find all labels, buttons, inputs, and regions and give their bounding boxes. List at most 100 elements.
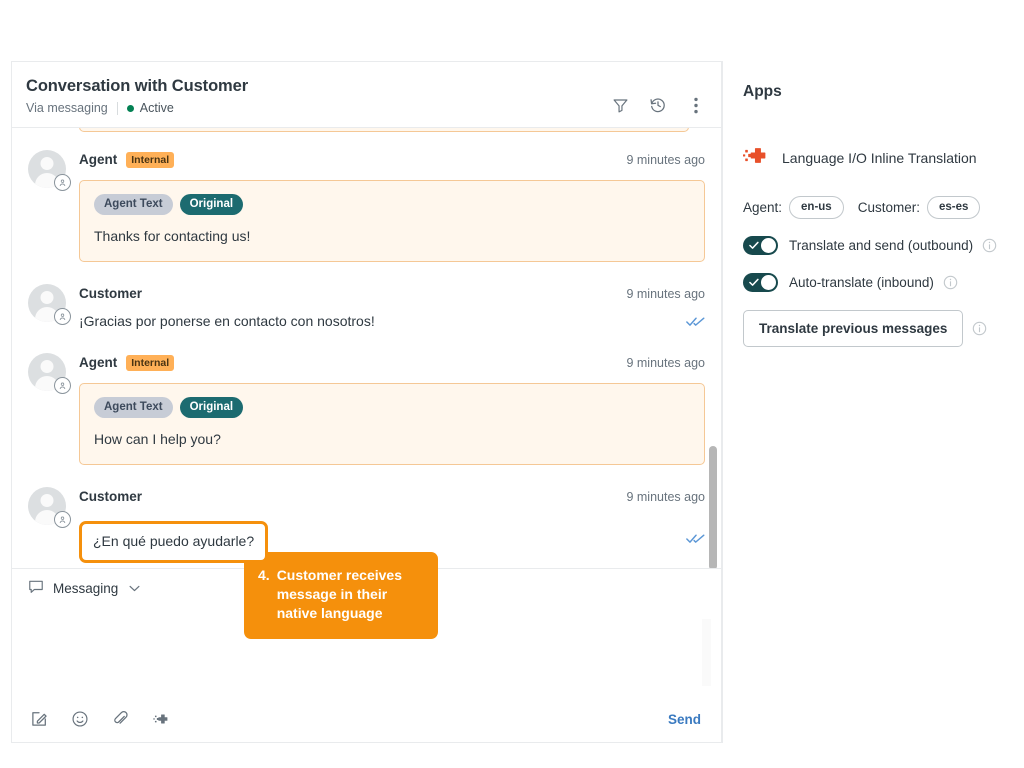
message-row: Agent Internal 9 minutes ago Agent Text … xyxy=(28,331,705,465)
avatar xyxy=(28,284,66,322)
highlighted-message: ¿En qué puedo ayudarle? xyxy=(79,521,268,563)
message-body: Customer 9 minutes ago ¡Gracias por pone… xyxy=(79,284,705,331)
callout-text: Customer receives message in their nativ… xyxy=(277,566,424,623)
toggle-row-inbound: Auto-translate (inbound) xyxy=(743,273,1004,292)
message-timestamp: 9 minutes ago xyxy=(614,287,705,301)
message-bubble: Agent Text Original How can I help you? xyxy=(79,383,705,465)
composer-tools xyxy=(28,708,173,730)
tag-agent-text[interactable]: Agent Text xyxy=(94,397,173,418)
double-check-icon xyxy=(672,533,705,544)
apps-panel: Apps Language I/O Inline Translation Age… xyxy=(722,61,1024,743)
customer-language-label: Customer: xyxy=(858,200,920,215)
message-author: Agent xyxy=(79,355,117,370)
composer-toolbar: Send xyxy=(12,696,721,742)
message-line: ¡Gracias por ponerse en contacto con nos… xyxy=(79,311,705,331)
message-row: Customer 9 minutes ago ¡Gracias por pone… xyxy=(28,262,705,331)
agent-locale-pill[interactable]: en-us xyxy=(789,196,844,219)
composer-scrollbar[interactable] xyxy=(702,619,711,686)
screen-root: Conversation with Customer Via messaging… xyxy=(0,0,1024,768)
app-name: Language I/O Inline Translation xyxy=(782,150,977,166)
message-row: Customer 9 minutes ago ¿En qué puedo ayu… xyxy=(28,465,705,563)
language-io-logo-icon xyxy=(743,142,770,174)
tag-agent-text[interactable]: Agent Text xyxy=(94,194,173,215)
conversation-header: Conversation with Customer Via messaging… xyxy=(12,62,721,128)
avatar-head xyxy=(41,291,54,304)
status-dot-icon xyxy=(127,105,134,112)
internal-badge: Internal xyxy=(126,355,174,371)
message-author: Agent xyxy=(79,152,117,167)
avatar xyxy=(28,487,66,525)
message-bubble: Agent Text Original Thanks for contactin… xyxy=(79,180,705,262)
message-topline: Agent Internal 9 minutes ago xyxy=(79,150,705,169)
apps-panel-title: Apps xyxy=(743,83,1004,101)
customer-locale-pill[interactable]: es-es xyxy=(927,196,980,219)
message-body: Agent Internal 9 minutes ago Agent Text … xyxy=(79,150,705,262)
avatar-head xyxy=(41,494,54,507)
info-icon[interactable] xyxy=(943,275,958,290)
channel-selector[interactable]: Messaging xyxy=(28,579,140,598)
message-text: Thanks for contacting us! xyxy=(94,227,690,246)
info-icon[interactable] xyxy=(982,238,997,253)
compose-icon[interactable] xyxy=(28,708,50,730)
message-timestamp: 9 minutes ago xyxy=(614,153,705,167)
message-author: Customer xyxy=(79,489,142,504)
callout-number: 4. xyxy=(258,566,270,623)
chevron-down-icon xyxy=(129,585,140,592)
avatar-user-badge-icon xyxy=(54,377,71,394)
agent-language-label: Agent: xyxy=(743,200,782,215)
message-text: ¿En qué puedo ayudarle? xyxy=(93,533,254,549)
translate-and-send-label: Translate and send (outbound) xyxy=(789,238,973,253)
conversation-header-texts: Conversation with Customer Via messaging… xyxy=(26,76,609,116)
channel-label: Messaging xyxy=(53,581,118,596)
message-text: ¡Gracias por ponerse en contacto con nos… xyxy=(79,311,375,331)
message-text: How can I help you? xyxy=(94,430,690,449)
message-list-scrollbar[interactable] xyxy=(709,128,717,568)
translate-previous-messages-button[interactable]: Translate previous messages xyxy=(743,310,963,347)
message-topline: Agent Internal 9 minutes ago xyxy=(79,353,705,372)
language-io-icon[interactable] xyxy=(151,708,173,730)
avatar-head xyxy=(41,360,54,373)
conversation-channel-label: Via messaging xyxy=(26,100,108,116)
message-body: Agent Internal 9 minutes ago Agent Text … xyxy=(79,353,705,465)
message-bubble-icon xyxy=(28,579,44,598)
avatar xyxy=(28,150,66,188)
double-check-icon xyxy=(672,316,705,327)
bubble-tags: Agent Text Original xyxy=(94,194,690,215)
conversation-subtitle: Via messaging Active xyxy=(26,100,609,116)
scrolled-off-message xyxy=(79,128,689,132)
message-row: Agent Internal 9 minutes ago Agent Text … xyxy=(28,128,705,262)
emoji-icon[interactable] xyxy=(69,708,91,730)
avatar-head xyxy=(41,157,54,170)
send-button[interactable]: Send xyxy=(668,712,705,727)
tag-original[interactable]: Original xyxy=(180,397,243,418)
attachment-icon[interactable] xyxy=(110,708,132,730)
tag-original[interactable]: Original xyxy=(180,194,243,215)
message-list: Agent Internal 9 minutes ago Agent Text … xyxy=(12,128,721,568)
toggle-knob xyxy=(761,238,776,253)
history-revert-icon[interactable] xyxy=(647,94,669,116)
message-topline: Customer 9 minutes ago xyxy=(79,487,705,506)
auto-translate-toggle[interactable] xyxy=(743,273,778,292)
translate-and-send-toggle[interactable] xyxy=(743,236,778,255)
message-list-scrollbar-thumb[interactable] xyxy=(709,446,717,568)
internal-badge: Internal xyxy=(126,152,174,168)
auto-translate-label: Auto-translate (inbound) xyxy=(789,275,934,290)
more-vertical-icon[interactable] xyxy=(685,94,707,116)
avatar-user-badge-icon xyxy=(54,308,71,325)
filter-icon[interactable] xyxy=(609,94,631,116)
bubble-tags: Agent Text Original xyxy=(94,397,690,418)
conversation-pane: Conversation with Customer Via messaging… xyxy=(11,61,722,743)
subtitle-divider xyxy=(117,102,118,115)
translate-previous-row: Translate previous messages xyxy=(743,310,1004,347)
info-icon[interactable] xyxy=(972,321,987,336)
avatar-user-badge-icon xyxy=(54,174,71,191)
toggle-knob xyxy=(761,275,776,290)
avatar-user-badge-icon xyxy=(54,511,71,528)
toggle-row-outbound: Translate and send (outbound) xyxy=(743,236,1004,255)
conversation-header-actions xyxy=(609,94,707,116)
callout-annotation: 4. Customer receives message in their na… xyxy=(244,552,438,639)
message-timestamp: 9 minutes ago xyxy=(614,490,705,504)
language-row: Agent: en-us Customer: es-es xyxy=(743,196,1004,219)
message-topline: Customer 9 minutes ago xyxy=(79,284,705,303)
check-icon xyxy=(749,278,759,287)
